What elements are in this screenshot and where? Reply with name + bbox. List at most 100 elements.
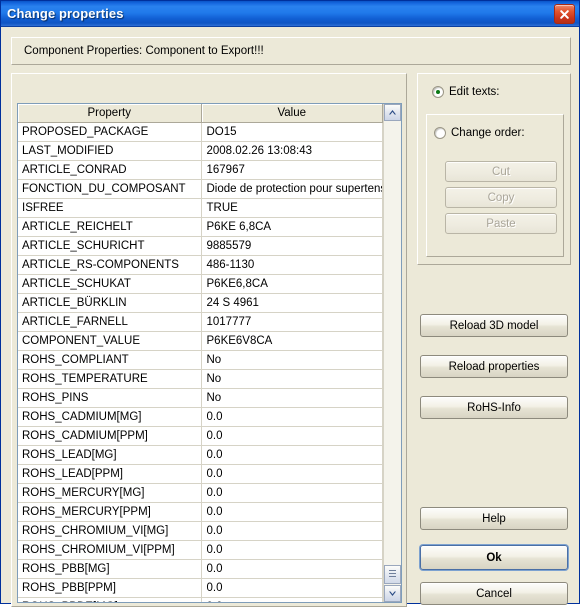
cell-property: PROPOSED_PACKAGE	[18, 122, 202, 142]
cell-value: 0.0	[201, 578, 383, 598]
cancel-button[interactable]: Cancel	[420, 582, 568, 605]
cell-value: 0.0	[201, 559, 383, 579]
cell-value: P6KE 6,8CA	[201, 217, 383, 237]
cell-property: ARTICLE_SCHURICHT	[18, 236, 202, 256]
radio-edit-texts-label: Edit texts:	[449, 86, 500, 98]
cell-value: 0.0	[201, 483, 383, 503]
table-row[interactable]: ARTICLE_RS-COMPONENTS 486-1130	[18, 255, 383, 275]
change-properties-dialog: Change properties Component Properties: …	[0, 0, 580, 607]
table-row[interactable]: ARTICLE_SCHUKAT P6KE6,8CA	[18, 274, 383, 294]
cell-property: ROHS_PBB[MG]	[18, 559, 202, 579]
cell-property: ROHS_PINS	[18, 388, 202, 408]
table-row[interactable]: FONCTION_DU_COMPOSANT Diode de protection…	[18, 179, 383, 199]
properties-grid-viewport: Property Value PROPOSED_PACKAGE DO15 LAST_…	[18, 104, 383, 602]
column-header-value[interactable]: Value	[201, 104, 383, 123]
cut-button[interactable]: Cut	[445, 161, 557, 182]
cell-property: ROHS_LEAD[PPM]	[18, 464, 202, 484]
scrollbar-track[interactable]	[384, 121, 401, 585]
table-header-row: Property Value	[18, 104, 383, 123]
scrollbar-thumb[interactable]	[384, 565, 401, 584]
properties-table: Property Value PROPOSED_PACKAGE DO15 LAST_…	[18, 104, 383, 602]
cell-value: No	[201, 350, 383, 370]
table-row[interactable]: LAST_MODIFIED 2008.02.26 13:08:43	[18, 141, 383, 161]
cell-property: ROHS_MERCURY[MG]	[18, 483, 202, 503]
cell-property: LAST_MODIFIED	[18, 141, 202, 161]
cell-value: 1017777	[201, 312, 383, 332]
radio-edit-texts[interactable]: Edit texts:	[432, 86, 500, 98]
chevron-up-icon	[389, 110, 396, 115]
close-button[interactable]	[554, 4, 575, 24]
cell-value: 0.0	[201, 464, 383, 484]
table-row[interactable]: ARTICLE_BÜRKLIN 24 S 4961	[18, 293, 383, 313]
cell-property: ROHS_CADMIUM[MG]	[18, 407, 202, 427]
table-row[interactable]: ROHS_CHROMIUM_VI[PPM] 0.0	[18, 540, 383, 560]
reload-3d-model-button[interactable]: Reload 3D model	[420, 314, 568, 337]
paste-button[interactable]: Paste	[445, 213, 557, 234]
table-row[interactable]: ROHS_PBB[MG] 0.0	[18, 559, 383, 579]
table-row[interactable]: ROHS_TEMPERATURE No	[18, 369, 383, 389]
cell-property: FONCTION_DU_COMPOSANT	[18, 179, 202, 199]
cell-value: Diode de protection pour supertension	[201, 179, 383, 199]
radio-change-order-indicator	[434, 127, 446, 139]
table-row[interactable]: ARTICLE_SCHURICHT 9885579	[18, 236, 383, 256]
table-row[interactable]: ROHS_LEAD[MG] 0.0	[18, 445, 383, 465]
close-icon	[560, 9, 569, 19]
cell-value: No	[201, 388, 383, 408]
change-order-groupbox: Change order: Cut Copy Paste	[426, 114, 564, 257]
radio-change-order[interactable]: Change order:	[434, 127, 525, 139]
cell-property: ARTICLE_RS-COMPONENTS	[18, 255, 202, 275]
column-header-property[interactable]: Property	[18, 104, 202, 123]
edit-mode-groupbox: Edit texts: Change order: Cut Copy Paste	[417, 73, 571, 265]
cell-value: 0.0	[201, 597, 383, 602]
scroll-down-button[interactable]	[384, 585, 401, 602]
cell-property: COMPONENT_VALUE	[18, 331, 202, 351]
cell-value: No	[201, 369, 383, 389]
table-row[interactable]: ROHS_LEAD[PPM] 0.0	[18, 464, 383, 484]
table-row[interactable]: ROHS_PINS No	[18, 388, 383, 408]
table-row[interactable]: ROHS_PBB[PPM] 0.0	[18, 578, 383, 598]
properties-panel: Property Value PROPOSED_PACKAGE DO15 LAST_…	[11, 73, 407, 607]
properties-scrollbar[interactable]	[383, 104, 401, 602]
cell-value: DO15	[201, 122, 383, 142]
chevron-down-icon	[389, 591, 396, 596]
cell-value: 2008.02.26 13:08:43	[201, 141, 383, 161]
cell-property: ROHS_COMPLIANT	[18, 350, 202, 370]
table-row[interactable]: ROHS_COMPLIANT No	[18, 350, 383, 370]
cell-property: ARTICLE_FARNELL	[18, 312, 202, 332]
banner-label: Component Properties: Component to Expor…	[24, 45, 264, 57]
table-row[interactable]: ROHS_CHROMIUM_VI[MG] 0.0	[18, 521, 383, 541]
properties-grid-container: Property Value PROPOSED_PACKAGE DO15 LAST_…	[17, 103, 402, 603]
table-row[interactable]: ARTICLE_FARNELL 1017777	[18, 312, 383, 332]
table-row[interactable]: ARTICLE_CONRAD 167967	[18, 160, 383, 180]
cell-property: ROHS_LEAD[MG]	[18, 445, 202, 465]
cell-value: TRUE	[201, 198, 383, 218]
window-title: Change properties	[7, 6, 124, 21]
cell-value: 0.0	[201, 521, 383, 541]
cell-property: ROHS_CHROMIUM_VI[MG]	[18, 521, 202, 541]
cell-property: ROHS_PBDE[MG]	[18, 597, 202, 602]
help-button[interactable]: Help	[420, 507, 568, 530]
cell-value: 24 S 4961	[201, 293, 383, 313]
table-row[interactable]: ROHS_MERCURY[PPM] 0.0	[18, 502, 383, 522]
cell-property: ARTICLE_BÜRKLIN	[18, 293, 202, 313]
ok-button[interactable]: Ok	[420, 545, 568, 570]
table-row[interactable]: ROHS_PBDE[MG]0.0	[18, 597, 383, 602]
cell-value: P6KE6V8CA	[201, 331, 383, 351]
table-row[interactable]: COMPONENT_VALUE P6KE6V8CA	[18, 331, 383, 351]
copy-button[interactable]: Copy	[445, 187, 557, 208]
table-row[interactable]: PROPOSED_PACKAGE DO15	[18, 122, 383, 142]
table-row[interactable]: ROHS_CADMIUM[PPM] 0.0	[18, 426, 383, 446]
reload-properties-button[interactable]: Reload properties	[420, 355, 568, 378]
cell-property: ROHS_TEMPERATURE	[18, 369, 202, 389]
scroll-up-button[interactable]	[384, 104, 401, 121]
cell-property: ARTICLE_REICHELT	[18, 217, 202, 237]
cell-value: 486-1130	[201, 255, 383, 275]
table-row[interactable]: ARTICLE_REICHELT P6KE 6,8CA	[18, 217, 383, 237]
table-row[interactable]: ISFREE TRUE	[18, 198, 383, 218]
rohs-info-button[interactable]: RoHS-Info	[420, 396, 568, 419]
table-row[interactable]: ROHS_MERCURY[MG] 0.0	[18, 483, 383, 503]
table-row[interactable]: ROHS_CADMIUM[MG] 0.0	[18, 407, 383, 427]
cell-property: ROHS_CADMIUM[PPM]	[18, 426, 202, 446]
title-bar: Change properties	[1, 1, 579, 27]
cell-value: 167967	[201, 160, 383, 180]
